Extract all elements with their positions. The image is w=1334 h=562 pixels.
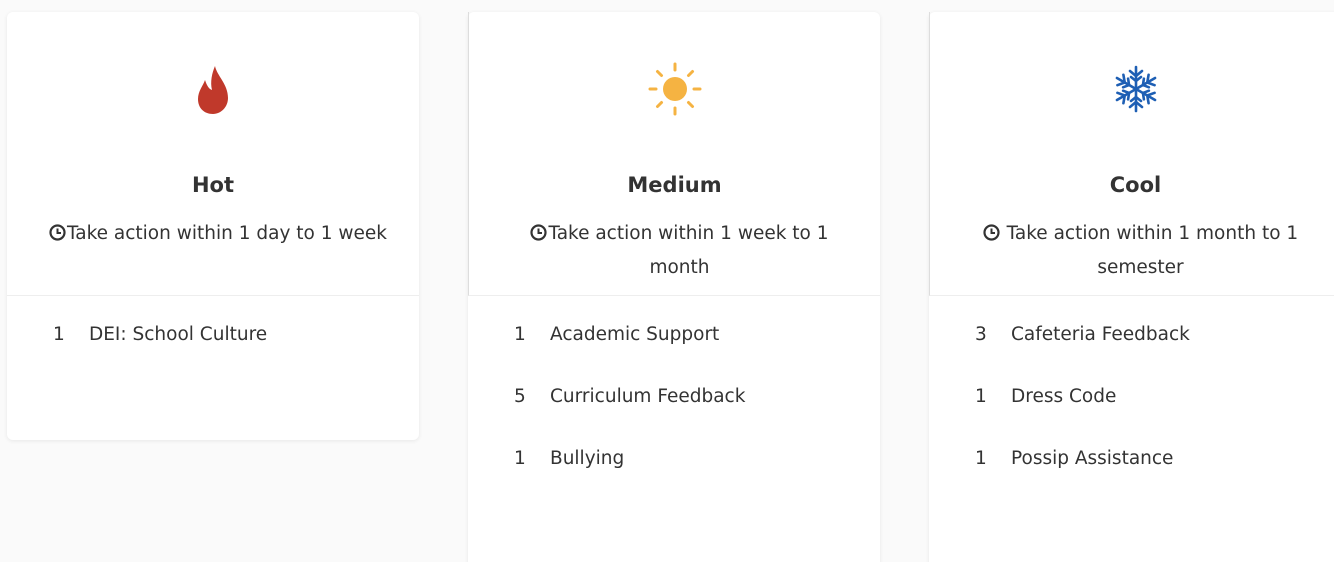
topic-item[interactable]: 5 Curriculum Feedback — [468, 386, 880, 448]
topic-label: Bullying — [550, 448, 625, 469]
hot-card: Hot Take action within 1 day to 1 week 1… — [7, 12, 419, 440]
description-text: Take action within 1 day to 1 week — [67, 223, 387, 244]
card-header: Hot Take action within 1 day to 1 week — [7, 12, 419, 296]
card-description: Take action within 1 day to 1 week — [47, 218, 389, 252]
description-text: Take action within 1 month to 1 semester — [1000, 223, 1299, 278]
cool-card: Cool Take action within 1 month to 1 sem… — [929, 12, 1334, 562]
topic-count: 1 — [975, 448, 987, 469]
card-title: Hot — [191, 173, 235, 197]
topic-count: 3 — [975, 324, 987, 345]
topic-count: 1 — [975, 386, 987, 407]
card-header: Medium Take action within 1 week to 1 mo… — [468, 12, 880, 296]
card-description: Take action within 1 month to 1 semester — [970, 218, 1311, 284]
topic-count: 1 — [514, 324, 526, 345]
topic-item[interactable]: 3 Cafeteria Feedback — [929, 324, 1334, 386]
clock-icon — [530, 220, 548, 252]
card-description: Take action within 1 week to 1 month — [509, 218, 850, 284]
topic-item[interactable]: 1 DEI: School Culture — [7, 324, 419, 386]
topic-label: Academic Support — [550, 324, 720, 345]
clock-icon — [983, 220, 1000, 252]
sun-icon — [469, 62, 880, 116]
topic-list: 3 Cafeteria Feedback 1 Dress Code 1 Poss… — [929, 296, 1334, 510]
topic-list: 1 Academic Support 5 Curriculum Feedback… — [468, 296, 880, 510]
card-title: Medium — [627, 173, 722, 197]
topic-label: Possip Assistance — [1011, 448, 1174, 469]
topic-count: 1 — [514, 448, 526, 469]
priority-board: Hot Take action within 1 day to 1 week 1… — [0, 0, 1334, 562]
clock-icon — [49, 220, 66, 252]
description-text: Take action within 1 week to 1 month — [548, 223, 829, 278]
topic-item[interactable]: 1 Possip Assistance — [929, 448, 1334, 510]
fire-icon — [7, 64, 419, 114]
topic-label: DEI: School Culture — [89, 324, 268, 345]
card-title: Cool — [1109, 173, 1162, 197]
topic-count: 5 — [514, 386, 526, 407]
topic-label: Dress Code — [1011, 386, 1117, 407]
snowflake-icon — [930, 64, 1334, 114]
topic-label: Cafeteria Feedback — [1011, 324, 1190, 345]
topic-item[interactable]: 1 Bullying — [468, 448, 880, 510]
topic-list: 1 DEI: School Culture — [7, 296, 419, 386]
medium-card: Medium Take action within 1 week to 1 mo… — [468, 12, 880, 562]
topic-item[interactable]: 1 Academic Support — [468, 324, 880, 386]
topic-label: Curriculum Feedback — [550, 386, 746, 407]
card-header: Cool Take action within 1 month to 1 sem… — [929, 12, 1334, 296]
topic-count: 1 — [53, 324, 65, 345]
topic-item[interactable]: 1 Dress Code — [929, 386, 1334, 448]
